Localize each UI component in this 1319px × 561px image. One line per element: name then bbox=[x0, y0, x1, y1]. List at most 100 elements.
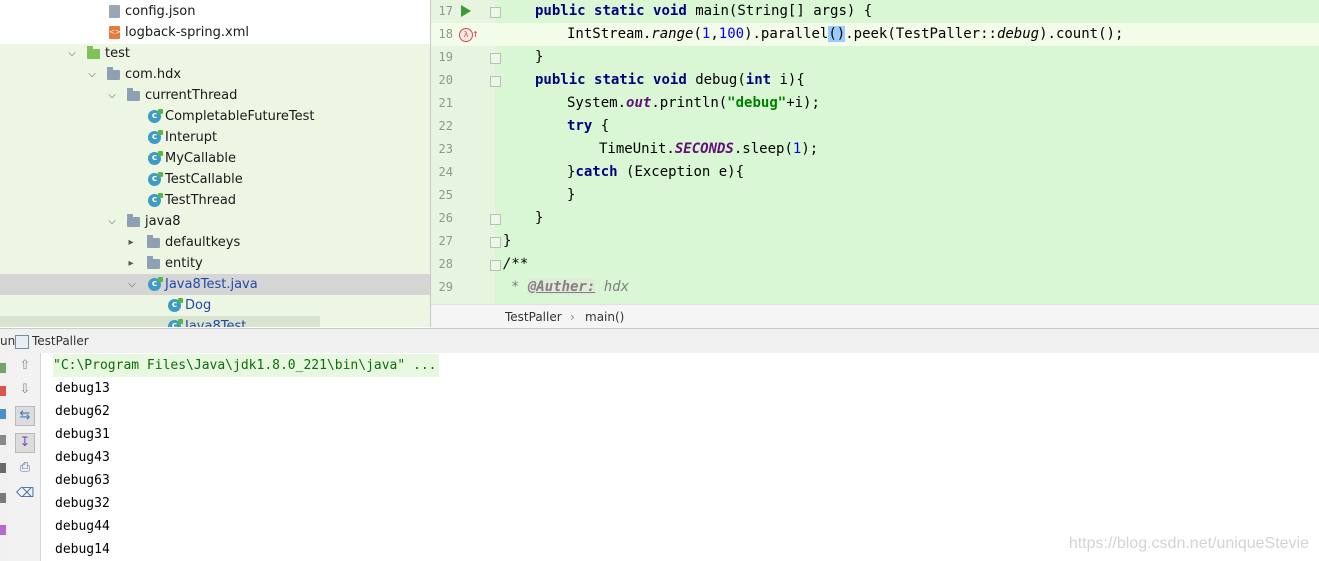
soft-wrap-icon[interactable]: ⇆ bbox=[15, 406, 35, 426]
line-number: 29 bbox=[438, 280, 453, 294]
tree-item-java8[interactable]: ⌵ java8 bbox=[0, 211, 430, 232]
line-number: 17 bbox=[438, 4, 453, 18]
tree-item-completablefuturetest[interactable]: c CompletableFutureTest bbox=[0, 106, 430, 127]
class-icon: c bbox=[148, 172, 163, 186]
help-icon[interactable] bbox=[0, 525, 6, 535]
code-line[interactable]: 17 public static void main(String[] args… bbox=[431, 0, 1319, 23]
rerun-icon[interactable] bbox=[0, 363, 6, 373]
code-line[interactable]: 19 } bbox=[431, 46, 1319, 69]
line-number: 20 bbox=[438, 73, 453, 87]
tree-item-com-hdx[interactable]: ⌵ com.hdx bbox=[0, 64, 430, 85]
print-icon[interactable]: ⎙ bbox=[16, 459, 34, 477]
stop-icon[interactable] bbox=[0, 386, 6, 396]
package-icon bbox=[127, 88, 140, 101]
code-line[interactable]: 24 }catch (Exception e){ bbox=[431, 161, 1319, 184]
scroll-to-end-icon[interactable]: ↧ bbox=[15, 433, 35, 453]
class-icon: c bbox=[148, 193, 163, 207]
package-icon bbox=[127, 214, 140, 227]
line-number: 22 bbox=[438, 119, 453, 133]
project-tree: config.json <> logback-spring.xml ⌵ test… bbox=[0, 0, 430, 327]
arrow-up-icon[interactable]: ⇧ bbox=[16, 357, 34, 375]
package-icon bbox=[147, 256, 160, 269]
class-icon: c bbox=[168, 298, 183, 312]
trash-icon[interactable]: ⌫ bbox=[16, 485, 34, 503]
run-icon[interactable] bbox=[461, 5, 471, 17]
console-toolbar: ⇧ ⇩ ⇆ ↧ ⎙ ⌫ bbox=[8, 353, 41, 561]
lambda-breakpoint-icon[interactable]: λ bbox=[459, 28, 473, 42]
restore-layout-icon[interactable] bbox=[0, 409, 6, 419]
line-number: 27 bbox=[438, 234, 453, 248]
fold-icon[interactable] bbox=[490, 76, 501, 87]
tree-item-dog[interactable]: c Dog bbox=[0, 295, 430, 316]
exit-icon[interactable] bbox=[0, 463, 6, 473]
code-line[interactable]: 26 } bbox=[431, 207, 1319, 230]
tree-item-defaultkeys[interactable]: ▸ defaultkeys bbox=[0, 232, 430, 253]
code-line[interactable]: 22 try { bbox=[431, 115, 1319, 138]
class-icon: c bbox=[168, 319, 183, 327]
chevron-down-icon[interactable]: ⌵ bbox=[66, 43, 78, 64]
fold-icon[interactable] bbox=[490, 53, 501, 64]
pin-icon[interactable] bbox=[0, 493, 6, 503]
code-line[interactable]: 27 } bbox=[431, 230, 1319, 253]
code-line[interactable]: 28 /** bbox=[431, 253, 1319, 276]
tree-item-test[interactable]: ⌵ test bbox=[0, 43, 430, 64]
tree-item-testthread[interactable]: c TestThread bbox=[0, 190, 430, 211]
fold-icon[interactable] bbox=[490, 260, 501, 271]
folder-icon bbox=[87, 46, 100, 59]
chevron-down-icon[interactable]: ⌵ bbox=[106, 211, 118, 232]
json-file-icon bbox=[109, 5, 120, 18]
code-line[interactable]: 20 public static void debug(int i){ bbox=[431, 69, 1319, 92]
tree-item-label: Java8Test.java bbox=[165, 277, 258, 292]
line-number: 19 bbox=[438, 50, 453, 64]
class-icon: c bbox=[148, 151, 163, 165]
chevron-down-icon[interactable]: ⌵ bbox=[86, 64, 98, 85]
code-line[interactable]: 29 * @Auther: hdx bbox=[431, 276, 1319, 299]
console-line: debug63 bbox=[55, 473, 110, 488]
console-line: debug43 bbox=[55, 450, 110, 465]
fold-icon[interactable] bbox=[490, 214, 501, 225]
tree-item-label: logback-spring.xml bbox=[125, 25, 249, 40]
console-command-line: "C:\Program Files\Java\jdk1.8.0_221\bin\… bbox=[53, 354, 439, 377]
code-editor[interactable]: 17 public static void main(String[] args… bbox=[431, 0, 1319, 304]
tree-item-interupt[interactable]: c Interupt bbox=[0, 127, 430, 148]
fold-icon[interactable] bbox=[490, 237, 501, 248]
tree-item-label: java8 bbox=[145, 214, 181, 229]
class-icon: c bbox=[148, 130, 163, 144]
arrow-down-icon[interactable]: ⇩ bbox=[16, 381, 34, 399]
camera-icon[interactable] bbox=[0, 435, 6, 445]
line-number: 18 bbox=[438, 27, 453, 41]
code-line[interactable]: 25 } bbox=[431, 184, 1319, 207]
tree-item-currentthread[interactable]: ⌵ currentThread bbox=[0, 85, 430, 106]
tree-item-label: CompletableFutureTest bbox=[165, 109, 315, 124]
console-line: debug62 bbox=[55, 404, 110, 419]
tree-item-entity[interactable]: ▸ entity bbox=[0, 253, 430, 274]
fold-icon[interactable] bbox=[490, 7, 501, 18]
watermark: https://blog.csdn.net/uniqueStevie bbox=[1068, 535, 1309, 552]
code-line-current[interactable]: 18 λ ↑ IntStream.range(1,100).parallel()… bbox=[431, 23, 1319, 46]
breadcrumb-class[interactable]: TestPaller bbox=[505, 305, 562, 329]
chevron-right-icon[interactable]: ▸ bbox=[125, 232, 137, 253]
breadcrumb-separator: › bbox=[570, 310, 575, 324]
tree-item-label: config.json bbox=[125, 4, 196, 19]
tree-item-mycallable[interactable]: c MyCallable bbox=[0, 148, 430, 169]
run-label: un bbox=[0, 334, 16, 348]
breadcrumb-method[interactable]: main() bbox=[585, 305, 624, 329]
console-output[interactable]: "C:\Program Files\Java\jdk1.8.0_221\bin\… bbox=[41, 353, 1319, 561]
code-line[interactable]: 21 System.out.println("debug"+i); bbox=[431, 92, 1319, 115]
chevron-down-icon[interactable]: ⌵ bbox=[106, 85, 118, 106]
line-number: 26 bbox=[438, 211, 453, 225]
tree-item-java8test-java[interactable]: ⌵ c Java8Test.java bbox=[0, 274, 430, 295]
chevron-right-icon[interactable]: ▸ bbox=[125, 253, 137, 274]
code-line[interactable]: 23 TimeUnit.SECONDS.sleep(1); bbox=[431, 138, 1319, 161]
chevron-down-icon[interactable]: ⌵ bbox=[126, 274, 138, 295]
tree-item-config-json[interactable]: config.json bbox=[0, 1, 430, 22]
tree-item-label: entity bbox=[165, 256, 203, 271]
tree-item-logback-xml[interactable]: <> logback-spring.xml bbox=[0, 22, 430, 43]
run-tab[interactable]: TestPaller bbox=[32, 329, 89, 353]
tree-item-testcallable[interactable]: c TestCallable bbox=[0, 169, 430, 190]
tree-item-java8test[interactable]: c Java8Test bbox=[0, 316, 320, 327]
run-tool-header: un TestPaller bbox=[0, 328, 1319, 354]
line-number: 21 bbox=[438, 96, 453, 110]
class-icon: c bbox=[148, 277, 163, 291]
tree-item-label: defaultkeys bbox=[165, 235, 241, 250]
